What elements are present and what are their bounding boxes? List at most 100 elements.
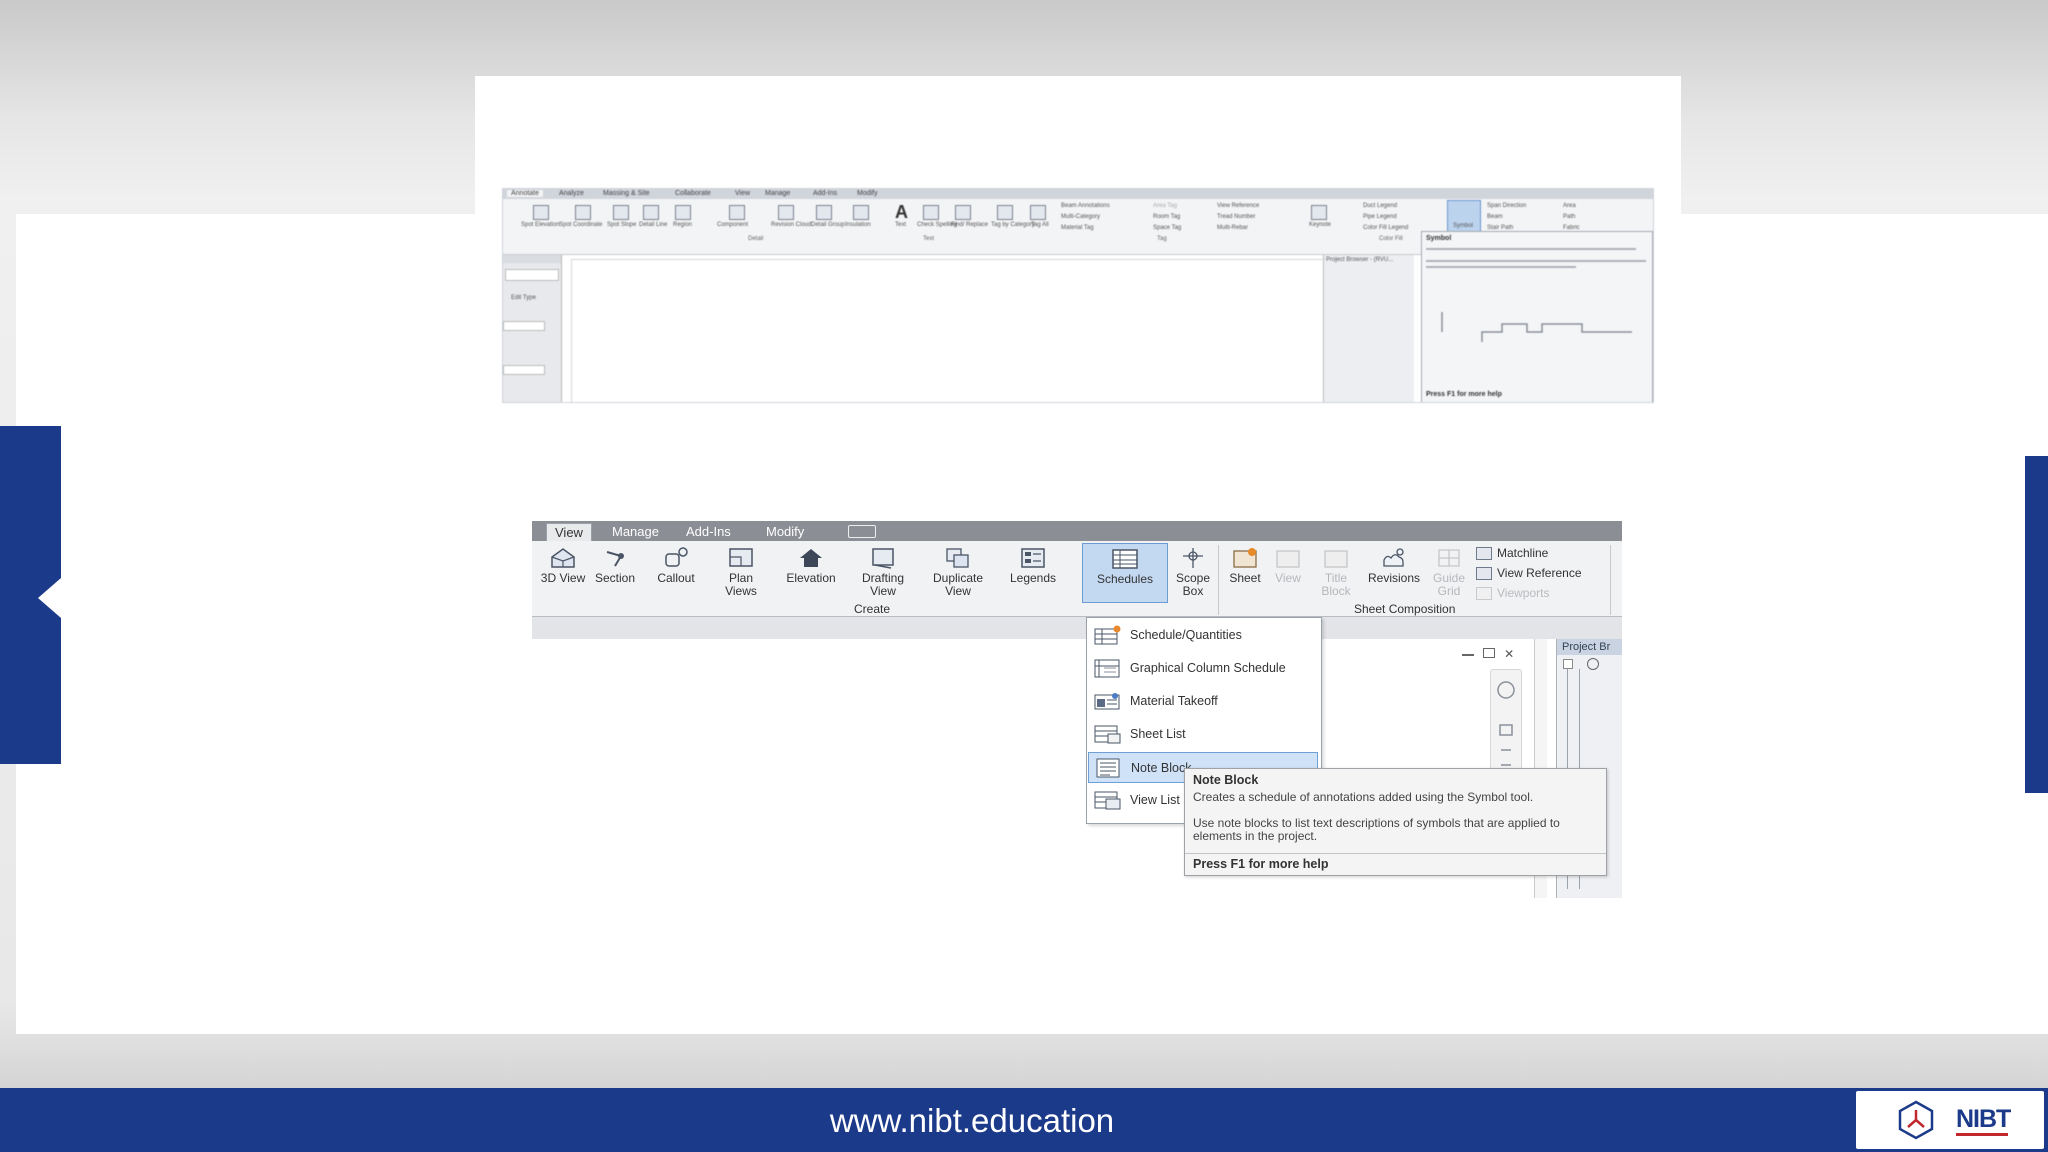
material-tag-item[interactable]: Material Tag xyxy=(1061,225,1094,231)
logo-underline xyxy=(1956,1133,2008,1136)
callout-icon xyxy=(665,547,688,567)
tag-all-icon[interactable] xyxy=(1030,205,1046,220)
tread-number-item[interactable]: Tread Number xyxy=(1217,214,1255,220)
graphical-column-schedule-label: Graphical Column Schedule xyxy=(1130,661,1286,675)
scope-box-button[interactable]: Scope Box xyxy=(1170,543,1216,601)
drafting-view-button[interactable]: Drafting View xyxy=(852,543,914,601)
area-tag-item[interactable]: Area Tag xyxy=(1153,203,1177,209)
restore-icon[interactable] xyxy=(1483,648,1496,658)
space-tag-item[interactable]: Space Tag xyxy=(1153,225,1181,231)
detail-group-icon[interactable] xyxy=(816,205,832,220)
tab-modify[interactable]: Modify xyxy=(758,523,812,540)
spot-coordinate-icon[interactable] xyxy=(575,205,591,220)
tab-bar: Annotate Analyze Massing & Site Collabor… xyxy=(503,189,1653,199)
drawing-canvas[interactable] xyxy=(571,259,1389,402)
minimize-icon[interactable] xyxy=(1462,654,1474,657)
view-icon xyxy=(1276,550,1300,568)
callout-button[interactable]: Callout xyxy=(648,543,704,601)
symbol-button[interactable]: Symbol xyxy=(1447,200,1481,234)
insulation-icon[interactable] xyxy=(853,205,869,220)
legends-button[interactable]: Legends xyxy=(1004,543,1062,601)
multi-rebar-item[interactable]: Multi-Rebar xyxy=(1217,225,1248,231)
tooltip-body: Use note blocks to list text description… xyxy=(1193,816,1560,843)
area-symbol-item[interactable]: Area xyxy=(1563,203,1576,209)
matchline-item[interactable]: Matchline xyxy=(1476,545,1548,561)
options-bar xyxy=(532,617,1622,639)
color-fill-legend-item[interactable]: Color Fill Legend xyxy=(1363,225,1408,231)
text-label: Text xyxy=(895,222,907,228)
footer-url-link[interactable]: www.nibt.education xyxy=(0,1102,1944,1140)
tab-manage[interactable]: Manage xyxy=(765,190,790,197)
menu-item-graphical-column-schedule[interactable]: Graphical Column Schedule xyxy=(1088,653,1318,684)
previous-arrow-icon[interactable] xyxy=(38,578,61,618)
path-symbol-item[interactable]: Path xyxy=(1563,214,1575,220)
nibt-logo: NIBT xyxy=(1856,1091,2044,1149)
duct-legend-item[interactable]: Duct Legend xyxy=(1363,203,1397,209)
title-block-label: Title Block xyxy=(1321,571,1351,598)
menu-item-sheet-list[interactable]: Sheet List xyxy=(1088,719,1318,750)
span-direction-item[interactable]: Span Direction xyxy=(1487,203,1526,209)
tab-modify[interactable]: Modify xyxy=(857,190,878,197)
sheet-button[interactable]: Sheet xyxy=(1224,543,1266,601)
title-block-button[interactable]: Title Block xyxy=(1314,543,1358,601)
title-block-icon xyxy=(1324,550,1348,568)
right-nav-tab[interactable] xyxy=(2025,456,2048,793)
tooltip-line xyxy=(1426,266,1576,268)
guide-grid-button[interactable]: Guide Grid xyxy=(1428,543,1470,601)
keynote-icon[interactable] xyxy=(1311,205,1327,220)
nibt-shield-icon xyxy=(1898,1100,1934,1140)
text-tool-icon[interactable]: A xyxy=(895,202,908,223)
find-replace-icon[interactable] xyxy=(955,205,971,220)
view-button[interactable]: View xyxy=(1270,543,1306,601)
material-takeoff-label: Material Takeoff xyxy=(1130,694,1218,708)
spot-elevation-icon[interactable] xyxy=(533,205,549,220)
menu-item-material-takeoff[interactable]: Material Takeoff xyxy=(1088,686,1318,717)
detail-line-label: Detail Line xyxy=(639,222,668,228)
component-icon[interactable] xyxy=(729,205,745,220)
tag-by-category-icon[interactable] xyxy=(997,205,1013,220)
region-icon[interactable] xyxy=(675,205,691,220)
schedules-button[interactable]: Schedules xyxy=(1082,543,1168,603)
multi-category-item[interactable]: Multi-Category xyxy=(1061,214,1100,220)
view-reference-item[interactable]: View Reference xyxy=(1217,203,1259,209)
spot-elevation-label: Spot Elevation xyxy=(521,222,560,228)
revisions-button[interactable]: Revisions xyxy=(1362,543,1426,601)
detail-line-icon[interactable] xyxy=(643,205,659,220)
symbol-tooltip: Symbol Press F1 for more help xyxy=(1421,231,1653,402)
tab-view[interactable]: View xyxy=(735,190,750,197)
section-button[interactable]: Section xyxy=(590,543,640,601)
tree-expand-icon[interactable] xyxy=(1563,659,1573,669)
elevation-button[interactable]: Elevation xyxy=(780,543,842,601)
menu-item-schedule-quantities[interactable]: Schedule/Quantities xyxy=(1088,620,1318,651)
tab-add-ins[interactable]: Add-Ins xyxy=(678,523,739,540)
tab-add-ins[interactable]: Add-Ins xyxy=(813,190,837,197)
tab-massing-site[interactable]: Massing & Site xyxy=(603,190,650,197)
tab-collaborate[interactable]: Collaborate xyxy=(675,190,711,197)
revision-cloud-label: Revision Cloud xyxy=(771,222,812,228)
tab-analyze[interactable]: Analyze xyxy=(559,190,584,197)
revision-cloud-icon[interactable] xyxy=(778,205,794,220)
plan-views-button[interactable]: Plan Views xyxy=(716,543,766,601)
beam-annotations-item[interactable]: Beam Annotations xyxy=(1061,203,1110,209)
quick-access-toggle-icon[interactable] xyxy=(848,525,876,538)
duplicate-view-label: Duplicate View xyxy=(932,571,984,598)
check-spelling-icon[interactable] xyxy=(923,205,939,220)
tab-annotate[interactable]: Annotate xyxy=(507,190,544,197)
viewports-item[interactable]: Viewports xyxy=(1476,585,1549,601)
material-takeoff-icon xyxy=(1094,693,1120,710)
room-tag-item[interactable]: Room Tag xyxy=(1153,214,1180,220)
close-icon[interactable]: ✕ xyxy=(1504,647,1514,661)
tab-view[interactable]: View xyxy=(546,523,592,541)
elevation-icon xyxy=(800,549,822,567)
edit-type-button[interactable]: Edit Type xyxy=(511,295,536,301)
pipe-legend-item[interactable]: Pipe Legend xyxy=(1363,214,1397,220)
beam-symbol-item[interactable]: Beam xyxy=(1487,214,1503,220)
duplicate-view-button[interactable]: Duplicate View xyxy=(924,543,992,601)
panel-create-label: Create xyxy=(854,602,891,616)
3d-view-button[interactable]: 3D View xyxy=(540,543,586,601)
view-reference-item[interactable]: View Reference xyxy=(1476,565,1582,581)
view-window-controls[interactable]: ✕ xyxy=(1462,647,1514,661)
tab-manage[interactable]: Manage xyxy=(604,523,667,540)
tag-by-category-label: Tag by Category xyxy=(991,222,1035,228)
spot-slope-icon[interactable] xyxy=(613,205,629,220)
